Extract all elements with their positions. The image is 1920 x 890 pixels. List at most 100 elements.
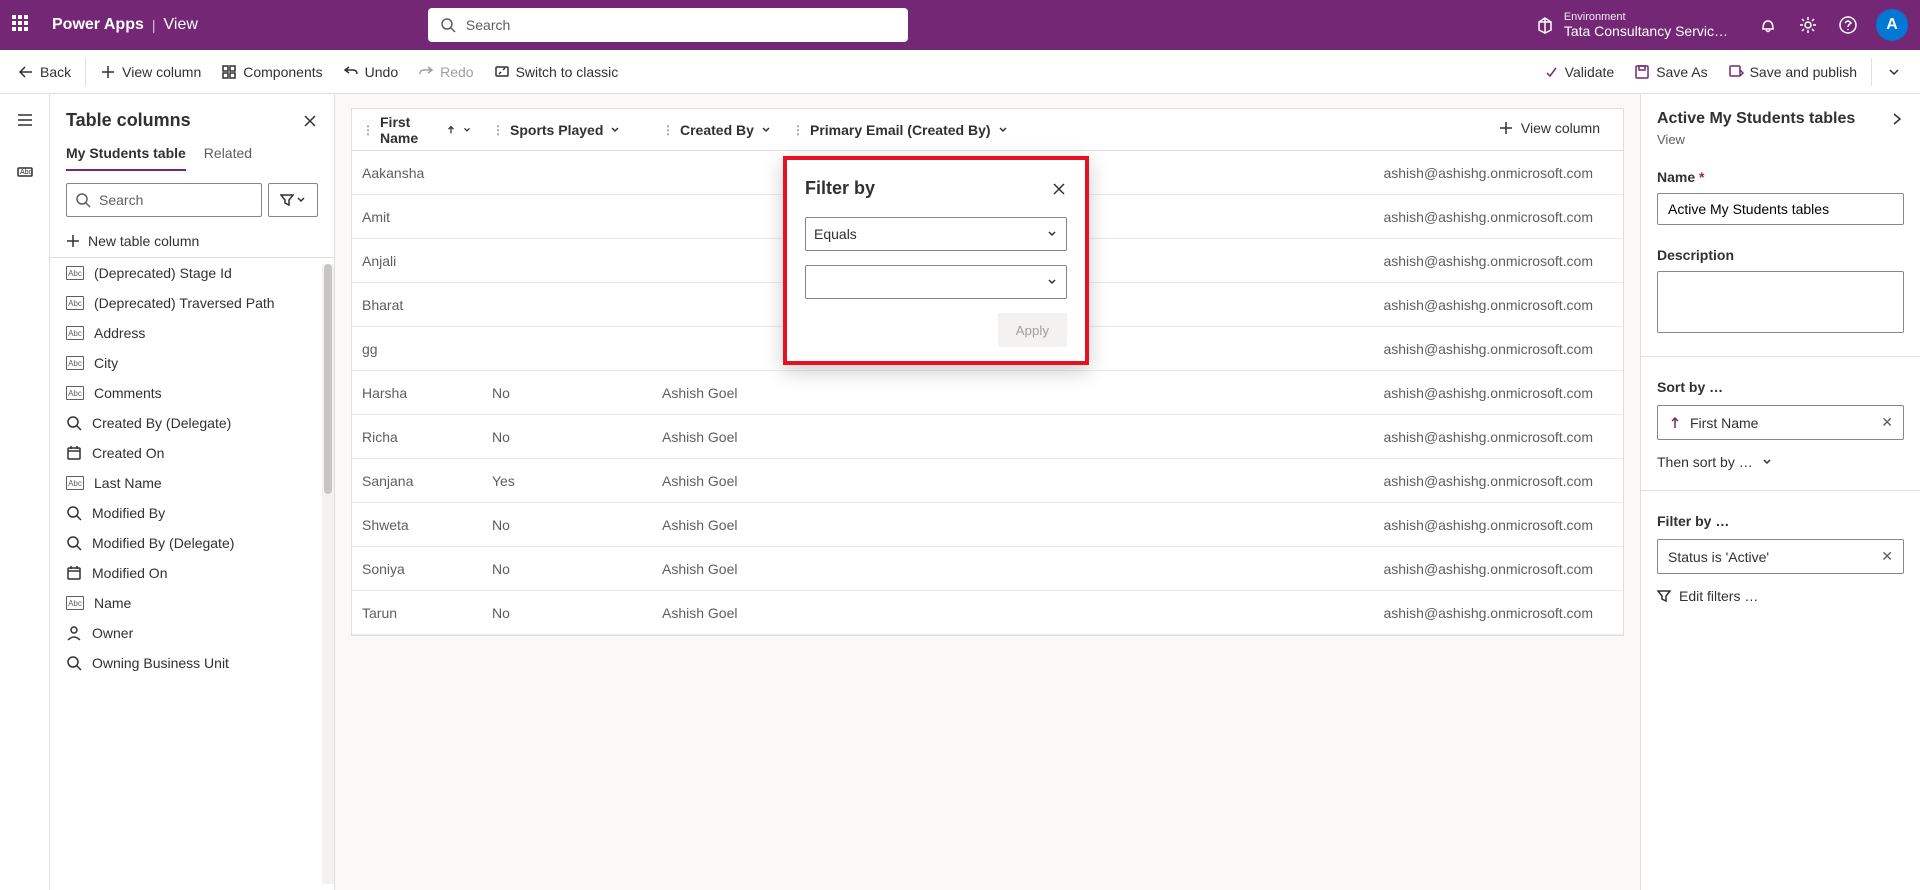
remove-filter-icon[interactable]: ✕ bbox=[1881, 548, 1893, 565]
cell-first-name: Aakansha bbox=[352, 165, 482, 181]
plus-icon bbox=[66, 234, 80, 248]
global-search[interactable]: Search bbox=[428, 8, 908, 42]
columns-filter-button[interactable] bbox=[268, 183, 318, 217]
column-item[interactable]: Owning Business Unit bbox=[50, 648, 322, 678]
table-row[interactable]: SoniyaNoAshish Goelashish@ashishg.onmicr… bbox=[352, 547, 1623, 591]
toolbar-chevron[interactable] bbox=[1876, 58, 1912, 86]
notifications-button[interactable] bbox=[1748, 5, 1788, 45]
tab-related[interactable]: Related bbox=[204, 145, 252, 171]
tab-my-students[interactable]: My Students table bbox=[66, 145, 186, 171]
column-item[interactable]: Modified By bbox=[50, 498, 322, 528]
cell-created-by: Ashish Goel bbox=[652, 605, 782, 621]
table-row[interactable]: HarshaNoAshish Goelashish@ashishg.onmicr… bbox=[352, 371, 1623, 415]
column-item-label: Modified By bbox=[92, 505, 165, 521]
columns-scrollbar[interactable] bbox=[322, 264, 334, 884]
column-item[interactable]: AbcName bbox=[50, 588, 322, 618]
undo-button[interactable]: Undo bbox=[333, 58, 408, 86]
column-item[interactable]: Created On bbox=[50, 438, 322, 468]
description-input[interactable] bbox=[1657, 271, 1904, 333]
help-button[interactable] bbox=[1828, 5, 1868, 45]
filter-by-label: Filter by … bbox=[1657, 513, 1904, 529]
arrow-up-icon bbox=[446, 124, 456, 136]
column-item[interactable]: AbcAddress bbox=[50, 318, 322, 348]
filter-by-pill[interactable]: Status is 'Active' ✕ bbox=[1657, 539, 1904, 574]
environment-label: Environment bbox=[1564, 11, 1728, 23]
filter-icon bbox=[280, 193, 294, 207]
column-item-label: Created On bbox=[92, 445, 164, 461]
field-icon: Abc bbox=[16, 163, 34, 181]
rail-fields-button[interactable]: Abc bbox=[9, 156, 41, 188]
chevron-down-icon bbox=[1046, 276, 1058, 288]
back-button[interactable]: Back bbox=[8, 58, 81, 86]
columns-search-placeholder: Search bbox=[99, 192, 143, 208]
cell-created-by: Ashish Goel bbox=[652, 429, 782, 445]
columns-list: Abc(Deprecated) Stage IdAbc(Deprecated) … bbox=[50, 257, 334, 890]
components-button[interactable]: Components bbox=[211, 58, 332, 86]
column-item[interactable]: AbcLast Name bbox=[50, 468, 322, 498]
search-placeholder: Search bbox=[466, 17, 510, 33]
column-header-sports-played[interactable]: ⋮Sports Played bbox=[482, 122, 652, 138]
calendar-icon bbox=[66, 565, 82, 581]
table-row[interactable]: SanjanaYesAshish Goelashish@ashishg.onmi… bbox=[352, 459, 1623, 503]
validate-button[interactable]: Validate bbox=[1533, 58, 1625, 86]
column-item[interactable]: Abc(Deprecated) Traversed Path bbox=[50, 288, 322, 318]
chevron-down-icon bbox=[1761, 456, 1773, 468]
remove-sort-icon[interactable]: ✕ bbox=[1881, 414, 1893, 431]
then-sort-by[interactable]: Then sort by … bbox=[1657, 454, 1904, 470]
col-header-label: Created By bbox=[680, 122, 754, 138]
table-row[interactable]: ShwetaNoAshish Goelashish@ashishg.onmicr… bbox=[352, 503, 1623, 547]
rail-menu-button[interactable] bbox=[9, 104, 41, 136]
column-item[interactable]: AbcCity bbox=[50, 348, 322, 378]
filter-value-select[interactable] bbox=[805, 265, 1067, 299]
table-row[interactable]: RichaNoAshish Goelashish@ashishg.onmicro… bbox=[352, 415, 1623, 459]
switch-classic-button[interactable]: Switch to classic bbox=[484, 58, 629, 86]
calendar-icon bbox=[66, 445, 82, 461]
cell-first-name: gg bbox=[352, 341, 482, 357]
new-table-column[interactable]: New table column bbox=[50, 225, 334, 257]
text-field-icon: Abc bbox=[66, 476, 84, 490]
columns-search-input[interactable]: Search bbox=[66, 183, 262, 217]
cell-primary-email: ashish@ashishg.onmicrosoft.com bbox=[782, 473, 1623, 489]
cell-first-name: Amit bbox=[352, 209, 482, 225]
column-item[interactable]: AbcComments bbox=[50, 378, 322, 408]
redo-label: Redo bbox=[440, 64, 473, 80]
required-indicator: * bbox=[1699, 169, 1704, 185]
table-row[interactable]: TarunNoAshish Goelashish@ashishg.onmicro… bbox=[352, 591, 1623, 635]
cell-first-name: Soniya bbox=[352, 561, 482, 577]
app-launcher-icon[interactable] bbox=[12, 15, 32, 35]
name-input[interactable] bbox=[1657, 193, 1904, 225]
column-header-first-name[interactable]: ⋮First Name bbox=[352, 114, 482, 146]
page-label: View bbox=[164, 16, 198, 34]
column-item[interactable]: Owner bbox=[50, 618, 322, 648]
settings-button[interactable] bbox=[1788, 5, 1828, 45]
column-item[interactable]: Modified On bbox=[50, 558, 322, 588]
user-avatar[interactable]: A bbox=[1876, 9, 1908, 41]
back-label: Back bbox=[40, 64, 71, 80]
save-as-button[interactable]: Save As bbox=[1624, 58, 1717, 86]
column-item[interactable]: Modified By (Delegate) bbox=[50, 528, 322, 558]
apply-button[interactable]: Apply bbox=[998, 313, 1067, 347]
column-item[interactable]: Abc(Deprecated) Stage Id bbox=[50, 258, 322, 288]
chevron-right-icon[interactable] bbox=[1890, 112, 1904, 126]
close-icon[interactable] bbox=[1051, 181, 1067, 197]
switch-label: Switch to classic bbox=[516, 64, 619, 80]
environment-picker[interactable]: Environment Tata Consultancy Servic… bbox=[1536, 11, 1728, 39]
redo-button: Redo bbox=[408, 58, 483, 86]
close-icon[interactable] bbox=[302, 113, 318, 129]
column-item-label: Modified On bbox=[92, 565, 167, 581]
undo-label: Undo bbox=[365, 64, 398, 80]
edit-filters-label: Edit filters … bbox=[1679, 588, 1758, 604]
plus-icon bbox=[100, 64, 116, 80]
grid-header: ⋮First Name ⋮Sports Played ⋮Created By ⋮… bbox=[352, 109, 1623, 151]
plus-icon bbox=[1499, 121, 1513, 135]
edit-filters[interactable]: Edit filters … bbox=[1657, 588, 1904, 604]
save-publish-button[interactable]: Save and publish bbox=[1718, 58, 1867, 86]
cell-first-name: Tarun bbox=[352, 605, 482, 621]
add-view-column[interactable]: View column bbox=[1485, 112, 1614, 144]
filter-operator-select[interactable]: Equals bbox=[805, 217, 1067, 251]
sort-by-pill[interactable]: First Name ✕ bbox=[1657, 405, 1904, 440]
column-item-label: Owning Business Unit bbox=[92, 655, 229, 671]
column-item[interactable]: Created By (Delegate) bbox=[50, 408, 322, 438]
view-column-button[interactable]: View column bbox=[90, 58, 211, 86]
column-header-created-by[interactable]: ⋮Created By bbox=[652, 122, 782, 138]
